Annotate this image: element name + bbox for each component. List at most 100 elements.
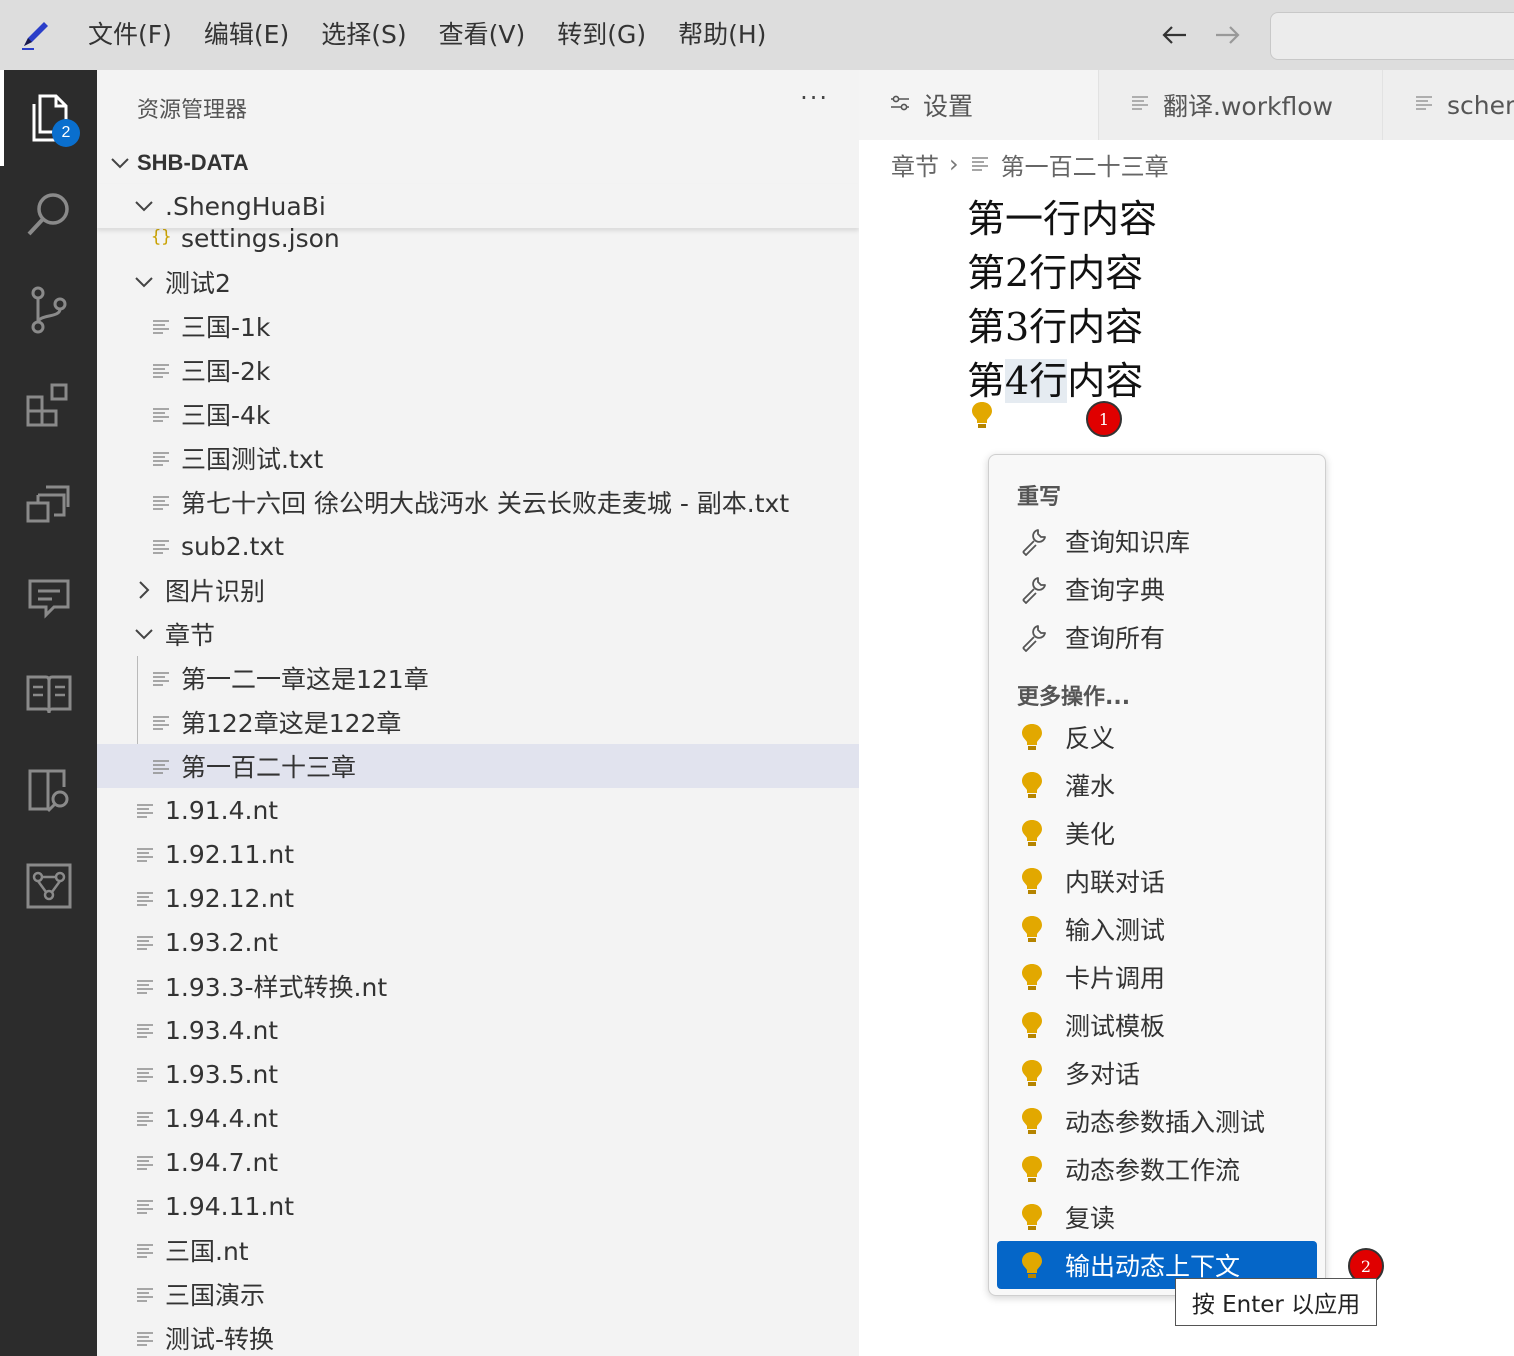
menu-item[interactable]: 编辑(E) (188, 0, 305, 70)
code-line[interactable]: 第一行内容 (967, 188, 1157, 243)
quickfix-item[interactable]: 灌水 (997, 761, 1317, 809)
tree-file[interactable]: 1.92.11.nt (97, 832, 859, 876)
chevron-down-icon (133, 271, 155, 297)
tree-folder[interactable]: 图片识别 (97, 568, 859, 612)
quickfix-item[interactable]: 查询字典 (997, 565, 1317, 613)
quickfix-item[interactable]: 动态参数插入测试 (997, 1097, 1317, 1145)
tree-item-label: 1.93.4.nt (165, 1015, 279, 1045)
extensions-activity[interactable] (0, 358, 97, 454)
tree-folder[interactable]: .ShengHuaBi (97, 184, 859, 228)
file-lines-icon (151, 714, 171, 736)
workflow-activity[interactable] (0, 838, 97, 934)
code-line[interactable]: 第4行内容 (967, 350, 1143, 405)
explorer-title: 资源管理器 (137, 98, 248, 123)
tree-file[interactable]: 第七十六回 徐公明大战沔水 关云长败走麦城 - 副本.txt (97, 480, 859, 524)
quickfix-item[interactable]: 多对话 (997, 1049, 1317, 1097)
tree-file[interactable]: 1.93.4.nt (97, 1008, 859, 1052)
tree-file[interactable]: 1.91.4.nt (97, 788, 859, 832)
remote-activity[interactable] (0, 454, 97, 550)
quickfix-item[interactable]: 查询知识库 (997, 517, 1317, 565)
tree-item-label: 1.94.11.nt (165, 1191, 295, 1221)
tree-file[interactable]: 测试-转换 (97, 1316, 859, 1356)
forward-arrow-icon[interactable] (1210, 18, 1244, 52)
book-icon (26, 675, 71, 714)
tree-file[interactable]: 三国-4k (97, 392, 859, 436)
tree-file[interactable]: 1.93.5.nt (97, 1052, 859, 1096)
tree-file[interactable]: 三国-1k (97, 304, 859, 348)
chat-activity[interactable] (0, 550, 97, 646)
tree-file[interactable]: 三国.nt (97, 1228, 859, 1272)
file-lines-icon (135, 890, 155, 912)
quickfix-item[interactable]: 查询所有 (997, 613, 1317, 661)
code-line[interactable]: 第3行内容 (967, 296, 1143, 351)
more-actions-button[interactable]: ··· (800, 84, 829, 112)
tree-file[interactable]: 三国-2k (97, 348, 859, 392)
search-activity[interactable] (0, 166, 97, 262)
quickfix-item-label: 查询字典 (1065, 576, 1166, 605)
tree-file[interactable]: sub2.txt (97, 524, 859, 568)
search-book-activity[interactable] (0, 742, 97, 838)
file-lines-icon (135, 1330, 155, 1352)
pen-icon[interactable] (18, 18, 52, 52)
remote-icon (26, 485, 69, 523)
breadcrumb-folder[interactable]: 章节 (891, 147, 939, 182)
lightbulb-icon[interactable] (969, 400, 995, 430)
quickfix-item[interactable]: 复读 (997, 1193, 1317, 1241)
menu-item[interactable]: 帮助(H) (662, 0, 782, 70)
tree-item-label: 三国测试.txt (181, 445, 324, 474)
command-center-search[interactable] (1270, 12, 1514, 60)
tree-file[interactable]: 1.92.12.nt (97, 876, 859, 920)
lightbulb-icon (1019, 1154, 1045, 1188)
file-lines-icon (151, 758, 171, 780)
tree-file[interactable]: 1.93.3-样式转换.nt (97, 964, 859, 1008)
quickfix-item[interactable]: 美化 (997, 809, 1317, 857)
chat-icon (28, 579, 69, 619)
explorer-activity[interactable]: 2 (0, 70, 97, 166)
quickfix-item[interactable]: 反义 (997, 713, 1317, 761)
editor-tab[interactable]: 翻译.workflow (1099, 70, 1383, 140)
lightbulb-icon (1019, 1010, 1045, 1044)
tree-item-label: 1.94.4.nt (165, 1103, 279, 1133)
workspace-root[interactable]: SHB-DATA (97, 140, 859, 186)
quickfix-item[interactable]: 测试模板 (997, 1001, 1317, 1049)
tree-item-label: 1.93.2.nt (165, 927, 279, 957)
tab-label: schem (1447, 90, 1514, 120)
menu-item[interactable]: 选择(S) (305, 0, 422, 70)
menu-item[interactable]: 文件(F) (72, 0, 188, 70)
back-arrow-icon[interactable] (1158, 18, 1192, 52)
tree-folder[interactable]: 章节 (97, 612, 859, 656)
tree-file[interactable]: 1.94.4.nt (97, 1096, 859, 1140)
menu-bar: 文件(F) 编辑(E) 选择(S) 查看(V) 转到(G) 帮助(H) (72, 0, 782, 70)
tree-file[interactable]: 三国测试.txt (97, 436, 859, 480)
menu-item[interactable]: 转到(G) (541, 0, 662, 70)
svg-text:{}: {} (151, 227, 171, 246)
file-lines-icon (151, 406, 171, 428)
quickfix-item[interactable]: 内联对话 (997, 857, 1317, 905)
tree-item-label: 第一百二十三章 (181, 753, 357, 782)
book-activity[interactable] (0, 646, 97, 742)
tree-item-label: 测试-转换 (165, 1325, 275, 1354)
tree-file[interactable]: 第一二一章这是121章 (97, 656, 859, 700)
source-control-activity[interactable] (0, 262, 97, 358)
quickfix-item-label: 内联对话 (1065, 868, 1166, 897)
extensions-icon (26, 383, 67, 427)
tree-file[interactable]: 第一百二十三章 (97, 744, 859, 788)
quickfix-item[interactable]: 输入测试 (997, 905, 1317, 953)
source-control-icon (31, 286, 66, 334)
tree-file[interactable]: 三国演示 (97, 1272, 859, 1316)
breadcrumb-file[interactable]: 第一百二十三章 (1001, 147, 1169, 182)
wrench-icon (1019, 526, 1049, 560)
code-line[interactable]: 第2行内容 (967, 242, 1143, 297)
editor-tab[interactable]: schem (1383, 70, 1514, 140)
tree-file[interactable]: 第122章这是122章 (97, 700, 859, 744)
menu-item[interactable]: 查看(V) (423, 0, 542, 70)
lightbulb-icon (1019, 770, 1045, 804)
quickfix-item[interactable]: 卡片调用 (997, 953, 1317, 1001)
tree-file[interactable]: 1.93.2.nt (97, 920, 859, 964)
quickfix-item[interactable]: 动态参数工作流 (997, 1145, 1317, 1193)
editor-tab[interactable]: 设置 (859, 70, 1099, 140)
tree-folder[interactable]: 测试2 (97, 260, 859, 304)
tree-file[interactable]: 1.94.7.nt (97, 1140, 859, 1184)
tree-file[interactable]: 1.94.11.nt (97, 1184, 859, 1228)
tree-item-label: 1.93.5.nt (165, 1059, 279, 1089)
